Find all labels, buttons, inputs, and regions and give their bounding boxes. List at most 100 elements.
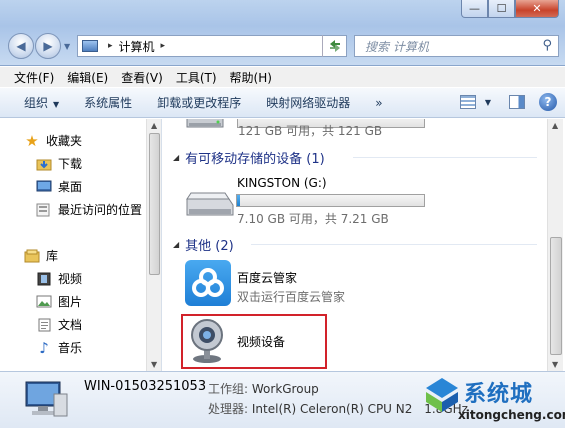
local-disk-icon[interactable]: [185, 119, 225, 133]
collapse-triangle-icon[interactable]: ◢: [173, 240, 179, 249]
watermark-url: xitongcheng.com: [458, 408, 565, 422]
menu-tools[interactable]: 工具(T): [176, 69, 217, 86]
menu-file[interactable]: 文件(F): [14, 69, 54, 86]
computer-name: WIN-01503251053: [84, 379, 207, 394]
collapse-triangle-icon[interactable]: ◢: [173, 153, 179, 162]
downloads-folder-icon: [36, 157, 52, 171]
sidebar-item-label: 视频: [58, 272, 83, 286]
organize-button[interactable]: 组织 ▼: [24, 94, 59, 111]
processor-key: 处理器:: [208, 402, 249, 416]
back-button[interactable]: ◀: [8, 33, 34, 59]
close-button[interactable]: ✕: [515, 0, 559, 18]
highlight-box: [181, 314, 327, 369]
sidebar-item-videos[interactable]: 视频: [36, 270, 82, 287]
workgroup-value: WorkGroup: [251, 382, 319, 396]
sidebar-item-documents[interactable]: 文档: [36, 316, 82, 333]
sidebar-item-libraries[interactable]: 库: [24, 247, 58, 264]
chevron-down-icon: ▼: [53, 100, 60, 109]
picture-library-icon: [36, 295, 52, 309]
chevron-down-icon[interactable]: ▼: [485, 98, 491, 107]
navigation-pane: ★ 收藏夹 下载 桌面 最近访问的位置 库 视频 图片 文档 ♪ 音乐 ▲ ▼: [0, 119, 162, 371]
group-label: 其他 (2): [185, 239, 234, 254]
other-devices-header[interactable]: ◢ 其他 (2): [173, 235, 234, 254]
baidu-cloud-description: 双击运行百度云管家: [237, 290, 346, 304]
scroll-down-icon[interactable]: ▼: [151, 360, 157, 369]
sidebar-item-label: 图片: [58, 295, 83, 309]
window-controls: — ☐ ✕: [461, 0, 559, 18]
kingston-capacity-bar: [236, 194, 425, 207]
group-label: 有可移动存储的设备 (1): [185, 152, 325, 167]
computer-icon: [24, 380, 70, 418]
desktop-icon: [36, 180, 52, 194]
more-commands-button[interactable]: »: [375, 96, 382, 110]
sidebar-item-desktop[interactable]: 桌面: [36, 178, 82, 195]
sidebar-item-favorites[interactable]: ★ 收藏夹: [24, 132, 83, 150]
library-icon: [24, 249, 40, 263]
menu-view[interactable]: 查看(V): [121, 69, 163, 86]
watermark: 系统城 xitongcheng.com: [418, 372, 565, 428]
explorer-window: — ☐ ✕ ◀ ▶ ▼ ▸ 计算机 ▸ 搜索 计算机 ⚲ 文件(F) 编辑(E)…: [0, 0, 565, 428]
menu-edit[interactable]: 编辑(E): [67, 69, 108, 86]
video-library-icon: [36, 272, 52, 286]
sidebar-item-downloads[interactable]: 下载: [36, 155, 82, 172]
sidebar-item-label: 收藏夹: [46, 134, 83, 148]
workgroup-key: 工作组:: [208, 382, 249, 396]
scroll-up-icon[interactable]: ▲: [552, 121, 558, 130]
title-bar: — ☐ ✕ ◀ ▶ ▼ ▸ 计算机 ▸ 搜索 计算机 ⚲: [0, 0, 565, 66]
kingston-space-text: 7.10 GB 可用，共 7.21 GB: [237, 212, 389, 226]
sidebar-item-label: 库: [46, 249, 59, 263]
search-icon[interactable]: ⚲: [542, 38, 552, 53]
command-bar: 组织 ▼ 系统属性 卸载或更改程序 映射网络驱动器 » ▼ ?: [0, 88, 565, 118]
map-drive-button[interactable]: 映射网络驱动器: [266, 94, 350, 111]
sidebar-item-recent[interactable]: 最近访问的位置: [36, 201, 142, 218]
help-icon[interactable]: ?: [539, 93, 557, 111]
recent-places-icon: [36, 203, 52, 217]
baidu-cloud-name[interactable]: 百度云管家: [237, 269, 297, 286]
workgroup-line: 工作组: WorkGroup: [208, 380, 319, 397]
sidebar-item-music[interactable]: ♪ 音乐: [36, 338, 83, 357]
organize-label: 组织: [24, 96, 49, 110]
brand-logo-icon: [422, 374, 462, 414]
baidu-cloud-icon[interactable]: [185, 260, 231, 306]
system-properties-button[interactable]: 系统属性: [84, 94, 132, 111]
preview-pane-icon[interactable]: [509, 95, 525, 109]
change-view-icon[interactable]: [459, 95, 476, 109]
usb-drive-icon[interactable]: [183, 185, 235, 223]
local-disk-space-text: 121 GB 可用，共 121 GB: [238, 124, 383, 138]
content-scrollbar[interactable]: ▲ ▼: [547, 119, 563, 371]
menu-help[interactable]: 帮助(H): [230, 69, 272, 86]
removable-devices-header[interactable]: ◢ 有可移动存储的设备 (1): [173, 148, 325, 167]
group-divider: [353, 157, 537, 158]
sidebar-item-label: 文档: [58, 318, 83, 332]
scrollbar-thumb[interactable]: [149, 133, 160, 275]
processor-value: Intel(R) Celeron(R) CPU N2: [251, 402, 413, 416]
address-bar[interactable]: ▸ 计算机 ▸: [77, 35, 347, 57]
navigation-scrollbar[interactable]: ▲ ▼: [146, 119, 161, 371]
breadcrumb-separator-icon[interactable]: ▸: [161, 41, 166, 51]
sidebar-item-pictures[interactable]: 图片: [36, 293, 82, 310]
computer-icon: [82, 40, 98, 52]
uninstall-button[interactable]: 卸载或更改程序: [157, 94, 241, 111]
scrollbar-thumb[interactable]: [550, 237, 562, 355]
document-library-icon: [36, 318, 52, 332]
maximize-button[interactable]: ☐: [488, 0, 515, 18]
minimize-button[interactable]: —: [461, 0, 488, 18]
breadcrumb-computer[interactable]: 计算机: [119, 38, 155, 55]
recent-pages-dropdown-icon[interactable]: ▼: [64, 42, 70, 51]
search-placeholder: 搜索 计算机: [365, 39, 429, 54]
nav-buttons: ◀ ▶ ▼: [8, 33, 70, 59]
sidebar-item-label: 音乐: [58, 341, 83, 355]
view-controls: ▼ ?: [459, 93, 557, 111]
music-note-icon: ♪: [39, 338, 49, 357]
scroll-down-icon[interactable]: ▼: [552, 360, 558, 369]
refresh-icon: [329, 40, 340, 52]
content-pane: 121 GB 可用，共 121 GB ◢ 有可移动存储的设备 (1) KINGS…: [163, 119, 547, 371]
forward-button[interactable]: ▶: [35, 33, 61, 59]
watermark-brand: 系统城: [464, 382, 534, 407]
kingston-drive-name[interactable]: KINGSTON (G:): [237, 176, 327, 190]
breadcrumb-separator-icon[interactable]: ▸: [108, 41, 113, 51]
scroll-up-icon[interactable]: ▲: [151, 121, 157, 130]
refresh-button[interactable]: [322, 35, 346, 57]
search-input[interactable]: 搜索 计算机 ⚲: [354, 35, 559, 57]
sidebar-item-label: 桌面: [58, 180, 83, 194]
